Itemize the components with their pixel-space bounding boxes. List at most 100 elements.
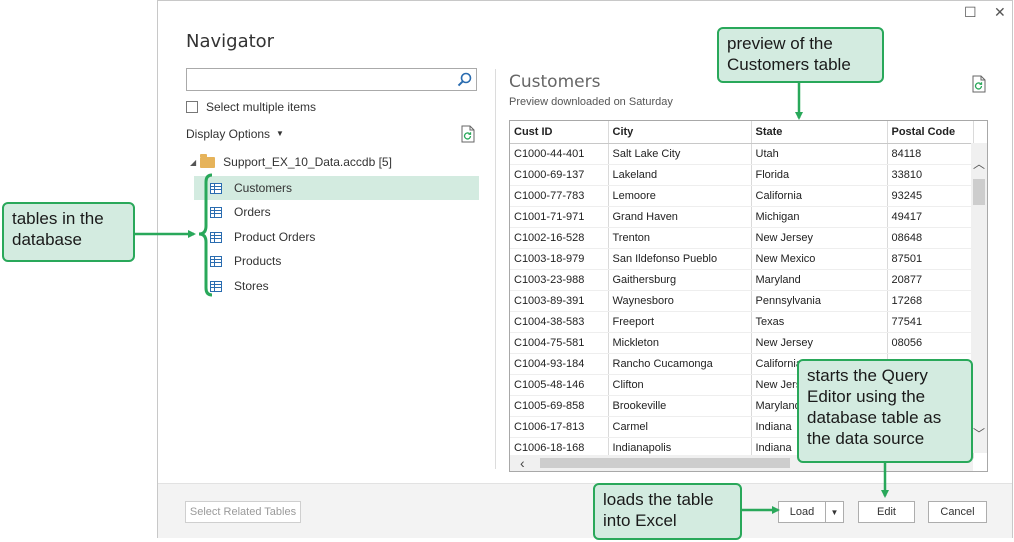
table-cell: 08056	[887, 332, 974, 354]
scroll-down-icon[interactable]: ﹀	[971, 425, 987, 442]
scroll-thumb[interactable]	[973, 179, 985, 205]
table-cell: 87501	[887, 248, 974, 270]
table-cell: Trenton	[608, 227, 752, 249]
tree-root-label: Support_EX_10_Data.accdb [5]	[223, 155, 392, 169]
tree-item-label: Stores	[234, 279, 269, 293]
scroll-up-icon[interactable]: ︿	[971, 155, 987, 172]
tree-item-label: Customers	[234, 181, 293, 195]
select-related-tables-button[interactable]: Select Related Tables	[185, 501, 301, 523]
table-cell: C1000-69-137	[510, 164, 609, 186]
preview-title: Customers	[509, 72, 601, 92]
dialog-title: Navigator	[186, 31, 275, 52]
tree-item-label: Product Orders	[234, 230, 316, 244]
table-icon	[210, 206, 222, 218]
table-cell: Maryland	[751, 269, 888, 291]
select-multiple-checkbox[interactable]	[186, 101, 198, 113]
table-row[interactable]: C1000-77-783 Lemoore California 93245	[510, 185, 974, 207]
load-dropdown-arrow-icon[interactable]: ▼	[825, 501, 844, 523]
table-row[interactable]: C1003-18-979 San Ildefonso Pueblo New Mexi…	[510, 248, 974, 270]
tree-item-customers[interactable]: Customers	[194, 176, 479, 200]
cancel-button[interactable]: Cancel	[928, 501, 987, 523]
vertical-scrollbar[interactable]: ︿ ﹀	[971, 143, 987, 453]
search-box[interactable]	[186, 68, 477, 91]
table-cell: Texas	[751, 311, 888, 333]
table-cell: 20877	[887, 269, 974, 291]
close-icon[interactable]: ✕	[994, 4, 1006, 20]
table-cell: Lemoore	[608, 185, 752, 207]
table-row[interactable]: C1003-89-391 Waynesboro Pennsylvania 17268	[510, 290, 974, 312]
table-cell: C1006-17-813	[510, 416, 609, 438]
table-cell: New Jersey	[751, 332, 888, 354]
tree-item-orders[interactable]: Orders	[194, 200, 479, 224]
refresh-icon[interactable]	[460, 125, 476, 143]
table-cell: C1000-77-783	[510, 185, 609, 207]
table-icon	[210, 280, 222, 292]
select-multiple-row[interactable]: Select multiple items	[186, 100, 316, 114]
table-row[interactable]: C1000-69-137 Lakeland Florida 33810	[510, 164, 974, 186]
dialog-footer: Select Related Tables Load ▼ Edit Cancel	[158, 483, 1012, 538]
display-options-dropdown[interactable]: Display Options ▼	[186, 127, 284, 141]
table-cell: Rancho Cucamonga	[608, 353, 752, 375]
table-cell: Mickleton	[608, 332, 752, 354]
pane-divider[interactable]	[495, 69, 496, 469]
table-cell: 49417	[887, 206, 974, 228]
table-row[interactable]: C1001-71-971 Grand Haven Michigan 49417	[510, 206, 974, 228]
tree-root[interactable]: ◢ Support_EX_10_Data.accdb [5]	[190, 153, 392, 169]
expand-arrow-icon[interactable]: ◢	[190, 158, 196, 167]
table-cell: C1003-23-988	[510, 269, 609, 291]
column-header[interactable]: City	[608, 121, 752, 144]
table-icon	[210, 255, 222, 267]
table-cell: New Jersey	[751, 227, 888, 249]
tree-item-label: Orders	[234, 205, 271, 219]
table-cell: Brookeville	[608, 395, 752, 417]
dropdown-arrow-icon: ▼	[276, 129, 284, 138]
preview-subtitle: Preview downloaded on Saturday	[509, 96, 673, 108]
table-cell: San Ildefonso Pueblo	[608, 248, 752, 270]
table-cell: C1005-48-146	[510, 374, 609, 396]
table-cell: Grand Haven	[608, 206, 752, 228]
select-multiple-label: Select multiple items	[206, 100, 317, 114]
table-row[interactable]: C1003-23-988 Gaithersburg Maryland 20877	[510, 269, 974, 291]
column-header[interactable]: State	[751, 121, 888, 144]
load-button[interactable]: Load	[778, 501, 826, 523]
table-cell: C1005-69-858	[510, 395, 609, 417]
table-cell: Florida	[751, 164, 888, 186]
scroll-left-icon[interactable]: ‹	[520, 455, 525, 471]
table-cell: Freeport	[608, 311, 752, 333]
table-cell: Michigan	[751, 206, 888, 228]
table-cell: 84118	[887, 143, 974, 165]
table-cell: Utah	[751, 143, 888, 165]
folder-icon	[200, 153, 216, 168]
callout-edit: starts the Query Editor using the databa…	[797, 359, 973, 463]
callout-load: loads the table into Excel	[593, 483, 742, 540]
table-row[interactable]: C1004-38-583 Freeport Texas 77541	[510, 311, 974, 333]
column-header[interactable]: Postal Code	[887, 121, 974, 144]
tree-item-stores[interactable]: Stores	[194, 274, 479, 298]
column-header[interactable]: Cust ID	[510, 121, 609, 144]
table-cell: New Mexico	[751, 248, 888, 270]
table-row[interactable]: C1004-75-581 Mickleton New Jersey 08056	[510, 332, 974, 354]
refresh-icon[interactable]	[971, 75, 987, 93]
table-cell: C1002-16-528	[510, 227, 609, 249]
scroll-thumb[interactable]	[540, 458, 790, 468]
edit-button[interactable]: Edit	[858, 501, 915, 523]
table-cell: Waynesboro	[608, 290, 752, 312]
table-row[interactable]: C1002-16-528 Trenton New Jersey 08648	[510, 227, 974, 249]
table-cell: C1000-44-401	[510, 143, 609, 165]
table-cell: Carmel	[608, 416, 752, 438]
table-row[interactable]: C1000-44-401 Salt Lake City Utah 84118	[510, 143, 974, 165]
table-cell: C1001-71-971	[510, 206, 609, 228]
tree-item-products[interactable]: Products	[194, 249, 479, 273]
table-header-row: Cust ID City State Postal Code	[510, 121, 974, 144]
table-cell: C1004-93-184	[510, 353, 609, 375]
table-icon	[210, 231, 222, 243]
table-cell: 77541	[887, 311, 974, 333]
table-cell: C1004-38-583	[510, 311, 609, 333]
search-icon[interactable]	[456, 71, 473, 88]
table-cell: Pennsylvania	[751, 290, 888, 312]
search-input[interactable]	[190, 70, 454, 91]
display-options-label: Display Options	[186, 127, 271, 141]
table-cell: Salt Lake City	[608, 143, 752, 165]
tree-item-product-orders[interactable]: Product Orders	[194, 225, 479, 249]
maximize-icon[interactable]: ☐	[964, 4, 977, 20]
